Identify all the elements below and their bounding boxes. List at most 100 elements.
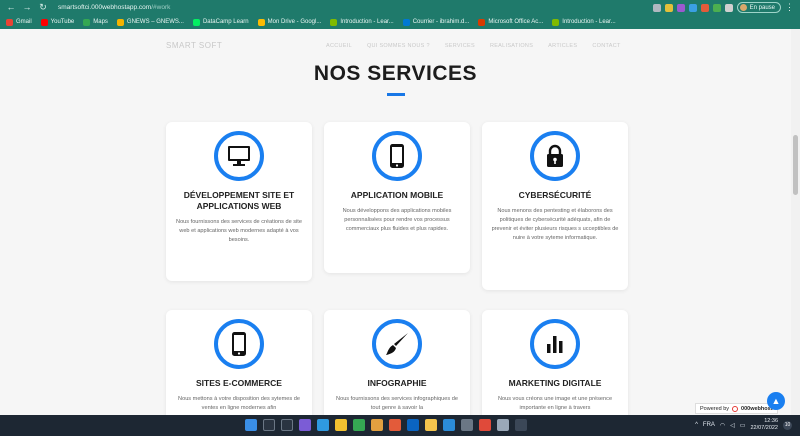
bookmark-item[interactable]: DataCamp Learn [192,18,249,26]
service-card: APPLICATION MOBILE Nous développons des a… [324,122,470,273]
profile-button[interactable]: En pause [736,2,781,13]
service-card: SITES E-COMMERCE Nous mettons à votre dis… [166,310,312,415]
clock[interactable]: 12:36 22/07/2022 [750,418,778,432]
photos-icon[interactable] [497,419,509,431]
nav-link[interactable]: ARTICLES [548,43,577,49]
service-icon-circle [372,131,422,181]
windows-taskbar: ^ FRA ◠ ◁ ▭ 12:36 22/07/2022 10 [0,415,800,436]
bookmark-favicon-icon [552,18,560,26]
notification-badge[interactable]: 10 [783,420,792,430]
service-description: Nous menons des pentesting et élaborons … [491,208,619,241]
chrome-icon[interactable] [353,419,365,431]
volume-icon[interactable]: ◁ [730,422,735,429]
mobile-phone-icon [231,331,247,357]
bookmark-favicon-icon [6,18,13,26]
browser-toolbar: ← → ↻ smartsoftci.000webhostapp.com/#wor… [0,0,800,15]
chevron-up-icon[interactable]: ^ [695,422,698,428]
vscode-icon[interactable] [443,419,455,431]
bookmark-favicon-icon [478,18,486,26]
search-icon[interactable] [263,419,275,431]
service-title: APPLICATION MOBILE [350,190,444,200]
nav-link[interactable]: REALISATIONS [490,43,533,49]
nav-link[interactable]: SERVICES [445,43,475,49]
edge-icon[interactable] [317,419,329,431]
file-explorer-icon[interactable] [335,419,347,431]
service-icon-circle [530,319,580,369]
taskbar-apps [245,419,527,431]
bookmarks-bar: Gmail YouTube Maps GNEWS – GNEWS... DataCamp… [0,15,800,29]
nav-link[interactable]: QUI SOMMES NOUS ? [367,43,430,49]
scrollbar-thumb[interactable] [793,135,798,195]
extension-icon[interactable] [688,3,697,12]
outlook-icon[interactable] [407,419,419,431]
service-title: INFOGRAPHIE [367,378,427,388]
service-description: Nous fournissons des services de créatio… [176,219,302,243]
back-icon[interactable]: ← [6,0,16,15]
service-card: MARKETING DIGITALE Nous vous créons une i… [482,310,628,415]
nav-link[interactable]: CONTACT [592,43,620,49]
scroll-to-top-button[interactable]: ▲ [767,392,785,410]
paintbrush-icon [384,331,410,357]
extensions-area: En pause ⋮ [652,2,794,13]
desktop-monitor-icon [227,145,251,167]
nav-link[interactable]: ACCUEIL [326,43,352,49]
address-bar[interactable]: smartsoftci.000webhostapp.com/#work [58,4,170,11]
bookmark-item[interactable]: Gmail [6,18,32,26]
puzzle-icon[interactable] [724,3,733,12]
extension-icon[interactable] [676,3,685,12]
service-description: Nous vous créons une image et une présen… [497,396,613,411]
bookmark-favicon-icon [257,18,265,26]
service-icon-circle [214,319,264,369]
bar-chart-icon [544,333,566,355]
service-description: Nous développons des applications mobile… [342,208,452,232]
office-icon[interactable] [389,419,401,431]
bookmark-item[interactable]: Courrier - ibrahim.d... [402,18,469,26]
bookmark-item[interactable]: Mon Drive - Googl... [257,18,321,26]
language-indicator[interactable]: FRA [703,422,715,428]
site-brand[interactable]: SMART SOFT [166,41,222,50]
service-card: DÉVELOPPEMENT SITE ET APPLICATIONS WEB No… [166,122,312,281]
wifi-icon[interactable]: ◠ [720,422,725,429]
battery-icon[interactable]: ▭ [740,422,746,429]
bookmark-favicon-icon [116,18,124,26]
reload-icon[interactable]: ↻ [38,0,48,15]
bookmark-favicon-icon [83,18,91,26]
forward-icon[interactable]: → [22,0,32,15]
bookmark-favicon-icon [192,18,200,26]
bookmark-item[interactable]: Introduction - Lear... [330,18,394,26]
extension-icon[interactable] [700,3,709,12]
service-icon-circle [372,319,422,369]
task-view-icon[interactable] [281,419,293,431]
star-icon[interactable] [664,3,673,12]
system-tray: ^ FRA ◠ ◁ ▭ 12:36 22/07/2022 10 [695,418,792,432]
notes-icon[interactable] [425,419,437,431]
share-icon[interactable] [652,3,661,12]
service-title: SITES E-COMMERCE [196,378,282,388]
service-card: INFOGRAPHIE Nous fournissons des services… [324,310,470,415]
app-icon[interactable] [515,419,527,431]
scrollbar[interactable] [791,29,800,415]
app-icon[interactable] [479,419,491,431]
title-underline [387,93,405,96]
powered-by-badge[interactable]: Powered by 000webhost [695,403,778,414]
bookmark-item[interactable]: Microsoft Office Ac... [478,18,543,26]
bookmark-item[interactable]: YouTube [40,18,74,26]
sublime-icon[interactable] [371,419,383,431]
service-title: DÉVELOPPEMENT SITE ET APPLICATIONS WEB [183,190,295,211]
service-description: Nous mettons à votre disposition des syt… [178,396,300,411]
avatar [739,4,747,11]
bookmark-favicon-icon [402,18,410,26]
extension-icon[interactable] [712,3,721,12]
service-icon-circle [530,131,580,181]
bookmark-item[interactable]: GNEWS – GNEWS... [116,18,184,26]
app-icon[interactable] [461,419,473,431]
windows-start-icon[interactable] [245,419,257,431]
bookmark-item[interactable]: Introduction - Lear... [552,18,616,26]
bookmark-favicon-icon [330,18,338,26]
service-card: CYBERSÉCURITÉ Nous menons des pentesting … [482,122,628,290]
teams-icon[interactable] [299,419,311,431]
bookmark-item[interactable]: Maps [83,18,108,26]
more-menu-icon[interactable]: ⋮ [785,2,794,13]
service-title: MARKETING DIGITALE [508,378,602,388]
page-title: NOS SERVICES [313,62,478,85]
